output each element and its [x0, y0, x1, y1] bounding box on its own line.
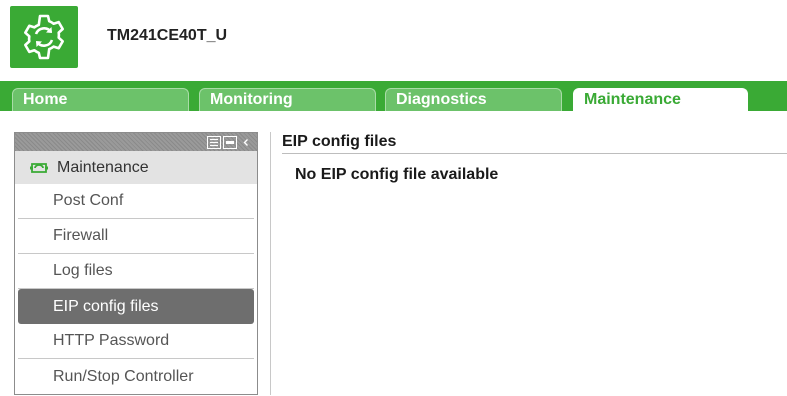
sidebar: Maintenance Post Conf Firewall Log files…: [14, 132, 258, 395]
sidebar-header-label: Maintenance: [57, 158, 149, 176]
tab-diagnostics[interactable]: Diagnostics: [385, 88, 562, 111]
logo: [10, 6, 78, 68]
sidebar-item-http-password[interactable]: HTTP Password: [18, 324, 254, 359]
tab-monitoring[interactable]: Monitoring: [199, 88, 376, 111]
sidebar-item-run-stop-controller[interactable]: Run/Stop Controller: [18, 359, 254, 394]
sidebar-item-post-conf[interactable]: Post Conf: [18, 184, 254, 219]
tab-bar: Home Monitoring Diagnostics Maintenance: [0, 81, 787, 111]
title-divider: [282, 153, 787, 154]
device-name: TM241CE40T_U: [107, 27, 228, 44]
sidebar-item-log-files[interactable]: Log files: [18, 254, 254, 289]
minus-icon[interactable]: [223, 135, 237, 149]
collapse-left-icon[interactable]: [239, 136, 253, 149]
sidebar-item-firewall[interactable]: Firewall: [18, 219, 254, 254]
maintenance-icon: [30, 162, 48, 173]
sidebar-toolbar: [15, 133, 257, 151]
sidebar-item-eip-config-files[interactable]: EIP config files: [18, 289, 254, 324]
list-icon[interactable]: [207, 135, 221, 149]
divider: [270, 132, 271, 395]
tab-maintenance[interactable]: Maintenance: [573, 88, 748, 111]
page-title: EIP config files: [282, 133, 397, 150]
gear-refresh-icon: [24, 14, 64, 60]
tab-home[interactable]: Home: [12, 88, 189, 111]
sidebar-header-maintenance[interactable]: Maintenance: [15, 151, 257, 184]
empty-state-message: No EIP config file available: [295, 166, 499, 183]
